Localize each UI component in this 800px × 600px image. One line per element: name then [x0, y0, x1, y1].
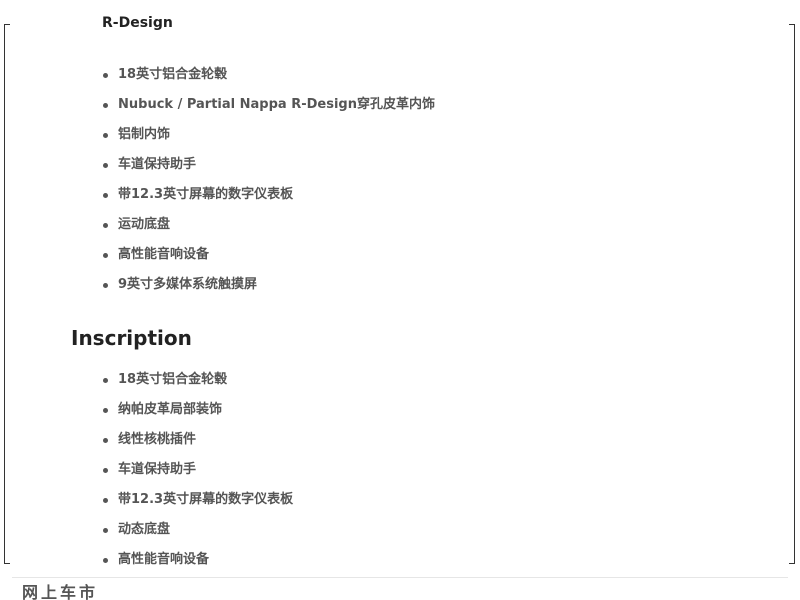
list-item-text: 高性能音响设备 — [118, 552, 210, 567]
list-item-text: 铝制内饰 — [118, 127, 171, 142]
list-item: 纳帕皮革局部装饰 — [100, 395, 293, 425]
bullet-icon — [103, 133, 108, 138]
list-item: 运动底盘 — [100, 210, 435, 240]
bullet-icon — [103, 73, 108, 78]
rdesign-heading: R-Design — [102, 15, 173, 31]
list-item-text: 18英寸铝合金轮毂 — [118, 67, 228, 82]
bullet-icon — [103, 378, 108, 383]
list-item: 18英寸铝合金轮毂 — [100, 60, 435, 90]
list-item-text: 车道保持助手 — [118, 462, 197, 477]
list-item: 动态底盘 — [100, 515, 293, 545]
list-item-text: Nubuck / Partial Nappa R-Design穿孔皮革内饰 — [118, 97, 435, 112]
bullet-icon — [103, 468, 108, 473]
list-item: 线性核桃插件 — [100, 425, 293, 455]
list-item: Nubuck / Partial Nappa R-Design穿孔皮革内饰 — [100, 90, 435, 120]
list-item-text: 运动底盘 — [118, 217, 171, 232]
list-item: 18英寸铝合金轮毂 — [100, 365, 293, 395]
bullet-icon — [103, 528, 108, 533]
list-item-text: 9英寸多媒体系统触摸屏 — [118, 277, 258, 292]
list-item: 带12.3英寸屏幕的数字仪表板 — [100, 180, 435, 210]
inscription-heading: Inscription — [71, 326, 192, 350]
bullet-icon — [103, 223, 108, 228]
list-item-text: 带12.3英寸屏幕的数字仪表板 — [118, 492, 294, 507]
list-item: 9英寸多媒体系统触摸屏 — [100, 270, 435, 300]
list-item-text: 带12.3英寸屏幕的数字仪表板 — [118, 187, 294, 202]
watermark-text: 网上车市 — [22, 583, 99, 600]
bottom-divider — [12, 577, 788, 578]
list-item: 车道保持助手 — [100, 150, 435, 180]
rdesign-feature-list: 18英寸铝合金轮毂 Nubuck / Partial Nappa R-Desig… — [100, 60, 435, 300]
page: R-Design 18英寸铝合金轮毂 Nubuck / Partial Napp… — [0, 0, 800, 600]
inscription-feature-list: 18英寸铝合金轮毂 纳帕皮革局部装饰 线性核桃插件 车道保持助手 带12.3英寸… — [100, 365, 293, 575]
bullet-icon — [103, 103, 108, 108]
bullet-icon — [103, 163, 108, 168]
list-item: 车道保持助手 — [100, 455, 293, 485]
bullet-icon — [103, 253, 108, 258]
list-item-text: 纳帕皮革局部装饰 — [118, 402, 223, 417]
list-item-text: 动态底盘 — [118, 522, 171, 537]
list-item-text: 18英寸铝合金轮毂 — [118, 372, 228, 387]
list-item-text: 高性能音响设备 — [118, 247, 210, 262]
bullet-icon — [103, 558, 108, 563]
bullet-icon — [103, 283, 108, 288]
bullet-icon — [103, 498, 108, 503]
list-item: 高性能音响设备 — [100, 240, 435, 270]
list-item-text: 线性核桃插件 — [118, 432, 197, 447]
list-item: 铝制内饰 — [100, 120, 435, 150]
bullet-icon — [103, 193, 108, 198]
list-item: 高性能音响设备 — [100, 545, 293, 575]
list-item-text: 车道保持助手 — [118, 157, 197, 172]
bullet-icon — [103, 408, 108, 413]
article-content: R-Design 18英寸铝合金轮毂 Nubuck / Partial Napp… — [0, 0, 800, 578]
bullet-icon — [103, 438, 108, 443]
list-item: 带12.3英寸屏幕的数字仪表板 — [100, 485, 293, 515]
